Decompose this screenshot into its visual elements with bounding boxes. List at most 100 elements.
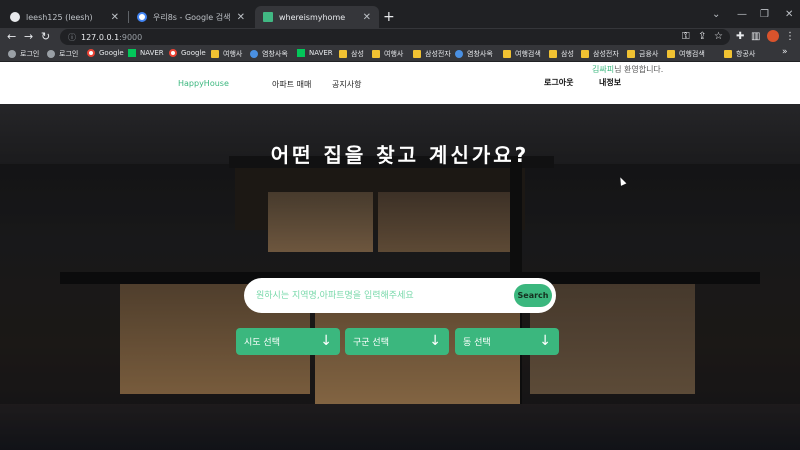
bookmark-label: Google (181, 49, 206, 57)
key-icon[interactable]: ⚿ (682, 30, 690, 44)
folder-icon (211, 50, 219, 58)
bookmark-item[interactable]: 여행검색 (503, 49, 541, 59)
tab-title: 우리8s - Google 검색 (153, 12, 231, 22)
dong-select[interactable]: 동 선택 ↓ (455, 328, 559, 355)
bookmark-item[interactable]: 로그인 (8, 49, 39, 59)
site-logo[interactable]: HappyHouse (178, 79, 229, 88)
bookmark-label: 여행사 (223, 50, 243, 58)
url-host: 127.0.0.1 (81, 32, 120, 42)
bookmark-item[interactable]: NAVER (128, 49, 164, 57)
bookmark-star-icon[interactable]: ☆ (714, 30, 723, 44)
tab-search-icon[interactable]: ⌄ (712, 10, 720, 20)
arrow-down-icon: ↓ (429, 333, 441, 349)
globe-icon (455, 50, 463, 58)
bookmark-item[interactable]: 염창사옥 (250, 49, 288, 59)
reload-icon[interactable]: ↻ (41, 30, 50, 44)
bookmark-item[interactable]: 여행사 (372, 49, 403, 59)
vue-icon (263, 12, 273, 22)
user-name: 김싸피 (592, 65, 615, 74)
google-icon (87, 49, 95, 57)
logout-link[interactable]: 로그아웃 (544, 77, 573, 88)
site-info-icon[interactable]: ⓘ (68, 32, 76, 43)
search-bar (244, 278, 556, 313)
close-icon[interactable]: ✕ (237, 12, 245, 23)
bookmark-item[interactable]: 로그인 (47, 49, 78, 59)
bookmark-label: 로그인 (59, 50, 79, 58)
welcome-message: 김싸피님 환영합니다. (592, 64, 663, 75)
forward-icon[interactable]: → (24, 30, 33, 44)
new-tab-button[interactable]: + (383, 10, 395, 24)
site-navbar: HappyHouse 아파트 매매 공지사항 김싸피님 환영합니다. 로그아웃 … (0, 62, 800, 104)
bookmark-item[interactable]: 삼성 (339, 49, 364, 59)
bookmark-item[interactable]: Google (87, 49, 124, 57)
bookmark-label: 로그인 (20, 50, 40, 58)
bookmark-item[interactable]: NAVER (297, 49, 333, 57)
bookmark-label: 삼성전자 (425, 50, 451, 58)
arrow-down-icon: ↓ (320, 333, 332, 349)
bookmark-label: 삼성 (351, 50, 364, 58)
globe-icon (250, 50, 258, 58)
tab-github[interactable]: leesh125 (leesh) ✕ (2, 6, 127, 28)
bookmark-label: NAVER (140, 49, 164, 57)
bookmark-item[interactable]: 여행사 (211, 49, 242, 59)
restore-icon[interactable]: ❐ (760, 10, 769, 20)
bookmark-item[interactable]: 염창사옥 (455, 49, 493, 59)
bookmark-label: 여행검색 (515, 50, 541, 58)
tab-title: whereismyhome (279, 12, 346, 22)
select-label: 동 선택 (463, 338, 491, 348)
naver-icon (128, 49, 136, 57)
sidepanel-icon[interactable]: ▥ (751, 30, 760, 44)
back-icon[interactable]: ← (7, 30, 16, 44)
close-icon[interactable]: ✕ (363, 12, 371, 23)
bookmark-label: 염창사옥 (262, 50, 288, 58)
google-icon (137, 12, 147, 22)
github-icon (10, 12, 20, 22)
browser-toolbar: ← → ↻ ⓘ 127.0.0.1:9000 ⚿ ⇪ ☆ ✚ ▥ ⋮ (0, 28, 800, 46)
folder-icon (724, 50, 732, 58)
folder-icon (503, 50, 511, 58)
bookmark-item[interactable]: Google (169, 49, 206, 57)
tab-whereismyhome[interactable]: whereismyhome ✕ (255, 6, 379, 28)
bookmark-item[interactable]: 삼성 (549, 49, 574, 59)
menu-icon[interactable]: ⋮ (785, 30, 795, 44)
extensions-icon[interactable]: ✚ (736, 30, 744, 44)
window-close-icon[interactable]: ✕ (785, 10, 793, 20)
sido-select[interactable]: 시도 선택 ↓ (236, 328, 340, 355)
folder-icon (627, 50, 635, 58)
bookmark-label: 여행사 (384, 50, 404, 58)
bookmark-label: 삼성 (561, 50, 574, 58)
nav-apartment-trade[interactable]: 아파트 매매 (272, 79, 311, 90)
bookmark-item[interactable]: 삼성전자 (413, 49, 451, 59)
naver-icon (297, 49, 305, 57)
bookmark-item[interactable]: 여행검색 (667, 49, 705, 59)
globe-icon (8, 50, 16, 58)
nav-notice[interactable]: 공지사항 (332, 79, 361, 90)
search-input[interactable] (256, 286, 506, 306)
bookmark-label: NAVER (309, 49, 333, 57)
bookmarks-bar: 로그인 로그인 Google NAVER Google 여행사 염창사옥 NAV… (0, 46, 800, 62)
minimize-icon[interactable]: — (737, 10, 747, 20)
gugun-select[interactable]: 구군 선택 ↓ (345, 328, 449, 355)
tab-title: leesh125 (leesh) (26, 12, 93, 22)
bookmark-item[interactable]: 금융사 (627, 49, 658, 59)
tab-strip: leesh125 (leesh) ✕ 우리8s - Google 검색 ✕ wh… (0, 0, 800, 28)
bookmark-label: 삼성전자 (593, 50, 619, 58)
close-icon[interactable]: ✕ (111, 12, 119, 23)
profile-avatar[interactable] (767, 30, 779, 42)
folder-icon (581, 50, 589, 58)
folder-icon (667, 50, 675, 58)
globe-icon (47, 50, 55, 58)
bookmarks-overflow-icon[interactable]: » (782, 47, 788, 57)
bookmark-item[interactable]: 삼성전자 (581, 49, 619, 59)
address-bar[interactable]: ⓘ 127.0.0.1:9000 (60, 29, 730, 45)
my-info-link[interactable]: 내정보 (599, 77, 621, 88)
folder-icon (372, 50, 380, 58)
folder-icon (339, 50, 347, 58)
arrow-down-icon: ↓ (539, 333, 551, 349)
share-icon[interactable]: ⇪ (698, 30, 706, 44)
bookmark-item[interactable]: 항공사 (724, 49, 755, 59)
search-button[interactable]: Search (514, 284, 552, 307)
folder-icon (549, 50, 557, 58)
tab-google-search[interactable]: 우리8s - Google 검색 ✕ (129, 6, 253, 28)
bookmark-label: 여행검색 (679, 50, 705, 58)
